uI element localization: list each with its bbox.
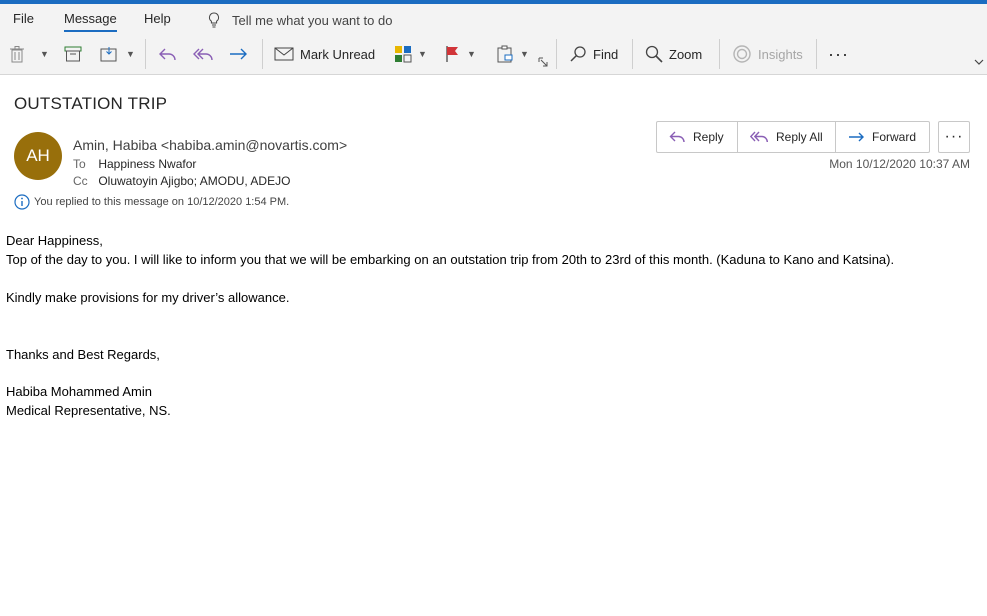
- more-options-button[interactable]: ···: [828, 38, 849, 70]
- reply-all-label: Reply All: [776, 130, 823, 144]
- signature-name: Habiba Mohammed Amin: [6, 384, 152, 399]
- zoom-icon: [645, 45, 663, 63]
- menu-message[interactable]: Message: [64, 11, 117, 32]
- cc-label: Cc: [73, 174, 88, 188]
- find-label: Find: [593, 46, 619, 62]
- chevron-down-icon: ▼: [467, 49, 476, 59]
- delete-button[interactable]: [8, 38, 26, 70]
- flag-icon: [445, 45, 461, 63]
- trash-icon: [8, 45, 26, 63]
- reply-icon: [158, 45, 178, 63]
- mark-unread-button[interactable]: Mark Unread: [274, 38, 375, 70]
- replied-notice: You replied to this message on 10/12/202…: [14, 194, 289, 210]
- reply-toolbar-button[interactable]: [158, 38, 178, 70]
- forward-arrow-icon: [229, 45, 249, 63]
- menu-help[interactable]: Help: [144, 11, 171, 26]
- toolbar-divider: [719, 39, 720, 69]
- toolbar-divider: [632, 39, 633, 69]
- forward-label: Forward: [872, 130, 917, 144]
- chevron-down-icon: ▼: [126, 49, 135, 59]
- find-button[interactable]: Find: [569, 38, 618, 70]
- replied-notice-text: You replied to this message on 10/12/202…: [34, 196, 290, 208]
- tell-me-search[interactable]: Tell me what you want to do: [208, 9, 392, 31]
- move-button[interactable]: ▼: [100, 38, 135, 70]
- message-subject: OUTSTATION TRIP: [14, 94, 168, 113]
- reply-label: Reply: [693, 130, 724, 144]
- zoom-label: Zoom: [669, 46, 703, 62]
- delete-dropdown[interactable]: ▼: [40, 38, 49, 70]
- message-body: Dear Happiness, Top of the day to you. I…: [6, 231, 966, 420]
- chevron-down-icon: [974, 58, 984, 66]
- to-label: To: [73, 157, 86, 171]
- dialog-launcher[interactable]: [538, 54, 548, 70]
- clipboard-icon: [496, 45, 514, 63]
- menu-file[interactable]: File: [13, 11, 34, 26]
- info-icon: [14, 194, 30, 210]
- to-row: To Happiness Nwafor: [73, 157, 196, 171]
- sender-name[interactable]: Amin, Habiba <habiba.amin@novartis.com>: [73, 137, 347, 153]
- menu-bar: File Message Help Tell me what you want …: [0, 4, 987, 34]
- reply-icon: [669, 129, 687, 145]
- body-paragraph: Kindly make provisions for my driver’s a…: [6, 290, 290, 305]
- body-greeting: Dear Happiness,: [6, 233, 103, 248]
- chevron-down-icon: ▼: [418, 49, 427, 59]
- cc-row: Cc Oluwatoyin Ajigbo; AMODU, ADEJO: [73, 174, 290, 188]
- message-datetime: Mon 10/12/2020 10:37 AM: [829, 157, 970, 171]
- sender-avatar[interactable]: AH: [14, 132, 62, 180]
- forward-arrow-icon: [848, 129, 866, 145]
- categorize-button[interactable]: ▼: [394, 38, 427, 70]
- chevron-down-icon: ▼: [520, 49, 529, 59]
- message-actions: Reply Reply All Forward: [656, 121, 930, 153]
- toolbar-divider: [262, 39, 263, 69]
- chevron-down-icon: ▼: [40, 49, 49, 59]
- avatar-initials: AH: [26, 146, 50, 165]
- ribbon-toolbar: ▼ ▼ Mark Unread ▼ ▼ ▼ Find Zoom Insights…: [0, 34, 987, 75]
- envelope-icon: [274, 46, 294, 62]
- categorize-icon: [394, 45, 412, 63]
- body-paragraph: Top of the day to you. I will like to in…: [6, 252, 895, 267]
- move-folder-icon: [100, 45, 120, 63]
- toolbar-divider: [145, 39, 146, 69]
- signature-title: Medical Representative, NS.: [6, 403, 171, 418]
- archive-icon: [64, 46, 82, 62]
- more-actions-button[interactable]: ···: [938, 121, 970, 153]
- reply-all-icon: [750, 129, 770, 145]
- zoom-button[interactable]: Zoom: [645, 38, 702, 70]
- reply-all-toolbar-button[interactable]: [193, 38, 215, 70]
- find-search-icon: [569, 45, 587, 63]
- more-dots-icon: ···: [944, 128, 964, 145]
- cc-recipients[interactable]: Oluwatoyin Ajigbo; AMODU, ADEJO: [98, 174, 290, 188]
- archive-button[interactable]: [64, 38, 82, 70]
- rules-button[interactable]: ▼: [496, 38, 529, 70]
- insights-button[interactable]: Insights: [732, 38, 803, 70]
- mark-unread-label: Mark Unread: [300, 46, 376, 62]
- lightbulb-icon: [208, 12, 220, 28]
- reply-all-icon: [193, 45, 215, 63]
- forward-button[interactable]: Forward: [836, 122, 929, 152]
- reply-all-button[interactable]: Reply All: [738, 122, 836, 152]
- tell-me-label: Tell me what you want to do: [232, 12, 393, 28]
- to-recipient[interactable]: Happiness Nwafor: [98, 157, 196, 171]
- toolbar-divider: [556, 39, 557, 69]
- flag-button[interactable]: ▼: [445, 38, 476, 70]
- ribbon-collapse-button[interactable]: [974, 54, 984, 70]
- reply-button[interactable]: Reply: [657, 122, 738, 152]
- toolbar-divider: [816, 39, 817, 69]
- insights-label: Insights: [758, 46, 803, 62]
- more-dots-icon: ···: [828, 43, 849, 64]
- expand-corner-icon: [538, 57, 548, 67]
- body-closing: Thanks and Best Regards,: [6, 347, 160, 362]
- forward-toolbar-button[interactable]: [229, 38, 249, 70]
- insights-icon: [732, 44, 752, 64]
